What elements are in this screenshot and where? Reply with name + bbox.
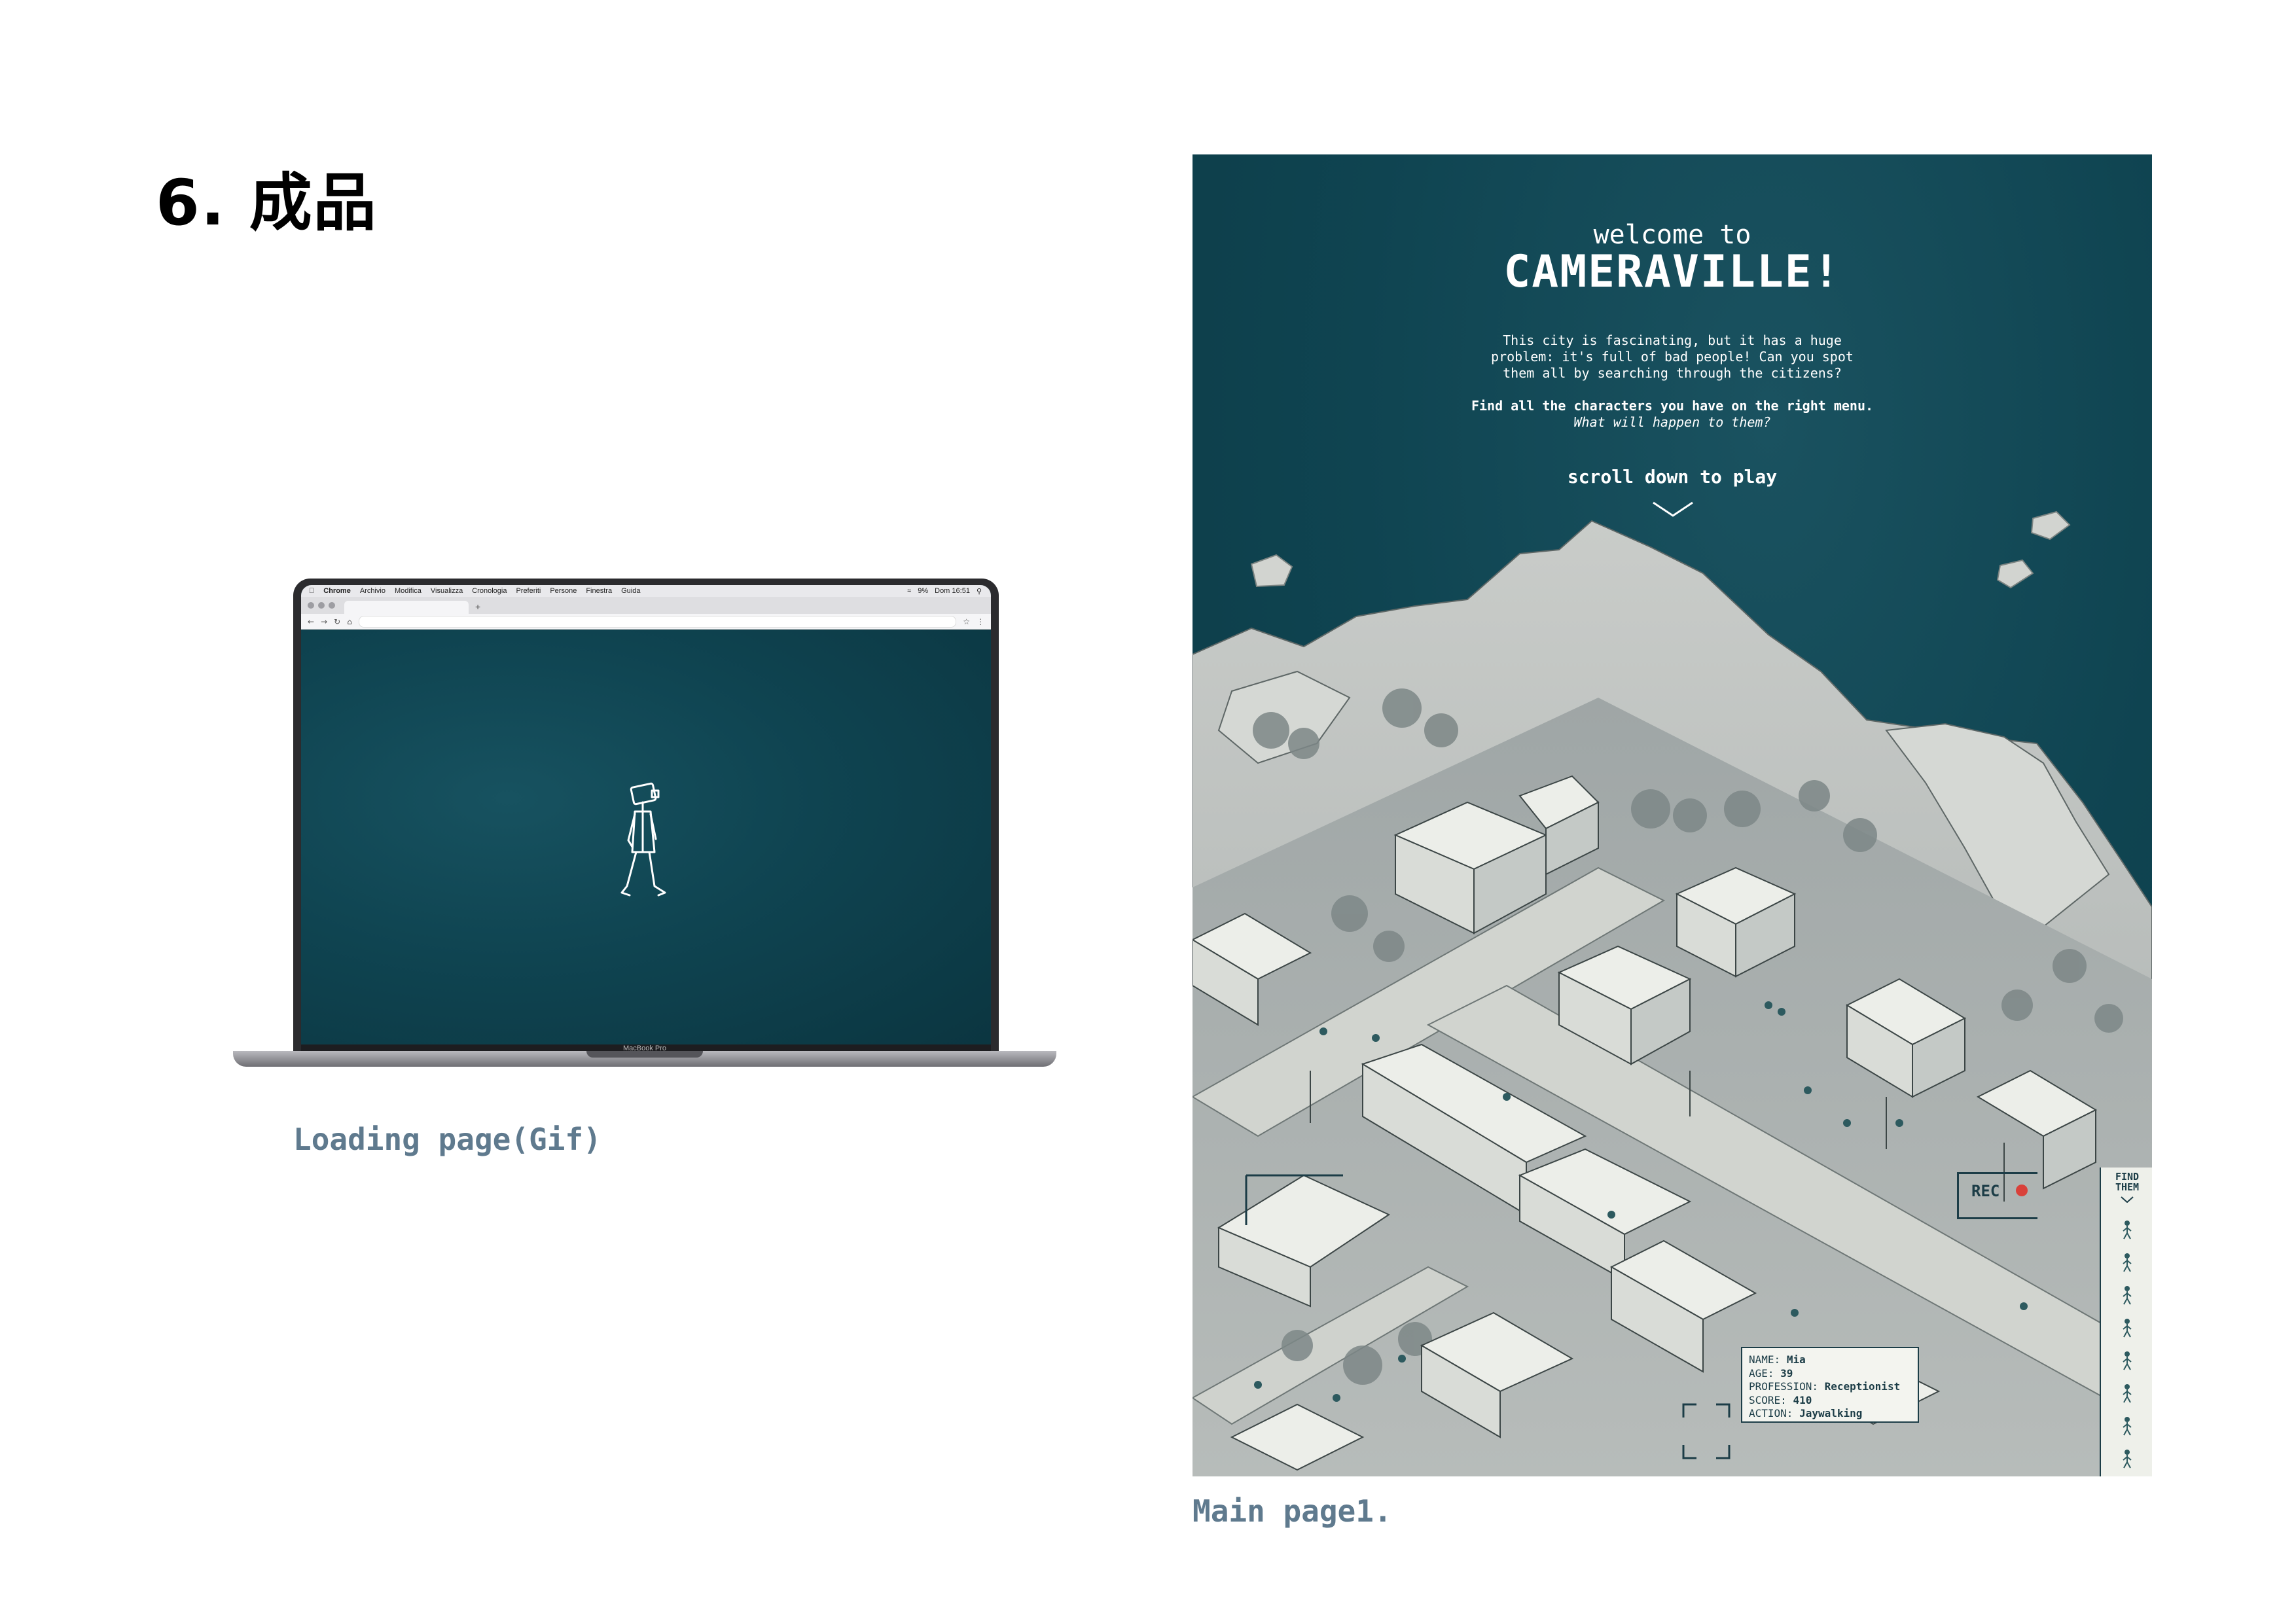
menu-dots-icon[interactable]: ⋮ (977, 617, 984, 626)
laptop-notch (586, 1051, 703, 1058)
scroll-down-label[interactable]: scroll down to play (1193, 466, 2152, 488)
info-action-row: ACTION: Jaywalking (1749, 1407, 1863, 1419)
apple-icon[interactable]:  (309, 587, 314, 595)
menubar-item-finestra[interactable]: Finestra (586, 587, 612, 595)
intro-text: This city is fascinating, but it has a h… (1428, 332, 1916, 431)
game-title: CAMERAVILLE! (1503, 246, 1841, 298)
laptop-mockup:  Chrome Archivio Modifica Visualizza Cr… (233, 579, 1056, 1076)
character-figure-icon[interactable] (2121, 1449, 2134, 1469)
info-name-row: NAME: Mia (1749, 1353, 1806, 1366)
wifi-icon[interactable]: ≈ (907, 587, 911, 596)
info-age-row: AGE: 39 (1749, 1366, 1793, 1380)
section-title: 6. 成品 (156, 166, 378, 240)
find-them-panel[interactable]: FIND THEM (2100, 1168, 2152, 1476)
chevron-down-icon[interactable] (1652, 500, 1694, 518)
laptop-screen:  Chrome Archivio Modifica Visualizza Cr… (301, 585, 991, 1051)
main-page-screenshot: welcome to CAMERAVILLE! This city is fas… (1193, 154, 2152, 1476)
intro-line: problem: it's full of bad people! Can yo… (1491, 349, 1854, 365)
menubar-item-archivio[interactable]: Archivio (360, 587, 386, 595)
menubar-item-modifica[interactable]: Modifica (395, 587, 422, 595)
browser-tab-strip: + (301, 597, 991, 614)
search-icon[interactable]: ⚲ (977, 587, 982, 596)
character-figure-icon[interactable] (2121, 1220, 2134, 1240)
info-profession-row: PROFESSION: Receptionist (1749, 1380, 1901, 1393)
info-score-row: SCORE: 410 (1749, 1393, 1812, 1406)
menubar-item-cronologia[interactable]: Cronologia (472, 587, 507, 595)
menubar-item-guida[interactable]: Guida (621, 587, 640, 595)
home-icon[interactable]: ⌂ (347, 617, 352, 626)
menubar-item-chrome[interactable]: Chrome (323, 587, 351, 595)
menubar-item-visualizza[interactable]: Visualizza (431, 587, 463, 595)
chevron-down-icon[interactable] (2121, 1196, 2134, 1203)
character-figure-icon[interactable] (2121, 1383, 2134, 1403)
character-figure-icon[interactable] (2121, 1285, 2134, 1305)
menubar-item-preferiti[interactable]: Preferiti (516, 587, 541, 595)
forward-icon[interactable]: → (321, 617, 327, 626)
intro-line: This city is fascinating, but it has a h… (1503, 332, 1842, 348)
character-figure-icon[interactable] (2121, 1253, 2134, 1272)
bookmark-star-icon[interactable]: ☆ (963, 617, 970, 626)
mac-menubar:  Chrome Archivio Modifica Visualizza Cr… (301, 585, 991, 597)
find-them-title: FIND THEM (2115, 1171, 2140, 1193)
new-tab-button[interactable]: + (469, 601, 480, 614)
instruction-text: Find all the characters you have on the … (1471, 398, 1874, 414)
character-info-card[interactable]: NAME: Mia AGE: 39 PROFESSION: Receptioni… (1741, 1347, 1919, 1423)
back-icon[interactable]: ← (308, 617, 314, 626)
target-reticle-icon (1682, 1403, 1731, 1459)
menubar-item-persone[interactable]: Persone (550, 587, 577, 595)
reload-icon[interactable]: ↻ (334, 617, 340, 626)
intro-line: them all by searching through the citize… (1503, 365, 1842, 381)
rec-label: REC (1971, 1182, 2000, 1200)
browser-toolbar: ← → ↻ ⌂ ☆ ⋮ (301, 614, 991, 630)
browser-tab[interactable] (344, 601, 469, 614)
character-figure-icon[interactable] (2121, 1318, 2134, 1338)
character-figure-icon[interactable] (2121, 1416, 2134, 1436)
character-figure-icon[interactable] (2121, 1351, 2134, 1370)
walking-camera-man-icon (620, 782, 666, 897)
address-bar[interactable] (358, 615, 957, 628)
rec-indicator-icon (2016, 1185, 2028, 1196)
caption-main-page: Main page1. (1193, 1493, 1392, 1529)
instruction-question: What will happen to them? (1573, 414, 1771, 430)
window-controls[interactable] (301, 602, 344, 614)
battery-status[interactable]: 9% (918, 587, 928, 596)
loading-page-background (301, 630, 991, 1051)
clock[interactable]: Dom 16:51 (935, 587, 970, 596)
caption-loading-page: Loading page(Gif) (293, 1122, 601, 1157)
